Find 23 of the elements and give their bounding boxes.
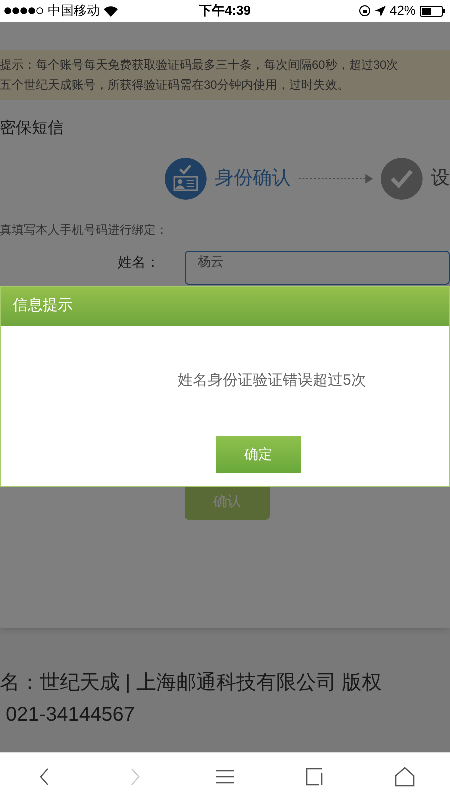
- name-field[interactable]: 杨云: [185, 251, 450, 285]
- dialog-message: 姓名身份证验证错误超过5次: [178, 371, 368, 391]
- step-arrow-icon: [298, 174, 374, 184]
- location-arrow-icon: [374, 6, 386, 16]
- clock-time: 下午4:39: [198, 2, 252, 20]
- dialog-title: 信息提示: [13, 296, 73, 316]
- battery-icon: [420, 6, 446, 16]
- wifi-icon: [104, 6, 118, 16]
- instruction-text: 真填写本人手机号码进行绑定：: [0, 222, 169, 239]
- field-label: 姓名：: [117, 253, 160, 272]
- signal-icon: [4, 7, 44, 15]
- ok-button[interactable]: 确定: [216, 436, 301, 472]
- section-title: 密保短信: [0, 118, 65, 139]
- footer-phone: 021-34144567: [6, 703, 136, 728]
- battery-percent: 42%: [390, 2, 416, 20]
- home-icon[interactable]: [393, 764, 417, 788]
- step-label: 身份确认: [214, 166, 291, 191]
- step-label: 设: [430, 166, 450, 191]
- carrier-name: 中国移动: [48, 2, 100, 20]
- notice-text: 五个世纪天成账号，所获得验证码需在30分钟内使用，过时失效。: [0, 77, 350, 94]
- rotation-lock-icon: [358, 5, 371, 17]
- notice-text: 提示：每个账号每天免费获取验证码最多三十条，每次间隔60秒，超过30次: [0, 57, 400, 74]
- footer-text: 名：世纪天成 | 上海邮通科技有限公司 版权: [0, 671, 383, 696]
